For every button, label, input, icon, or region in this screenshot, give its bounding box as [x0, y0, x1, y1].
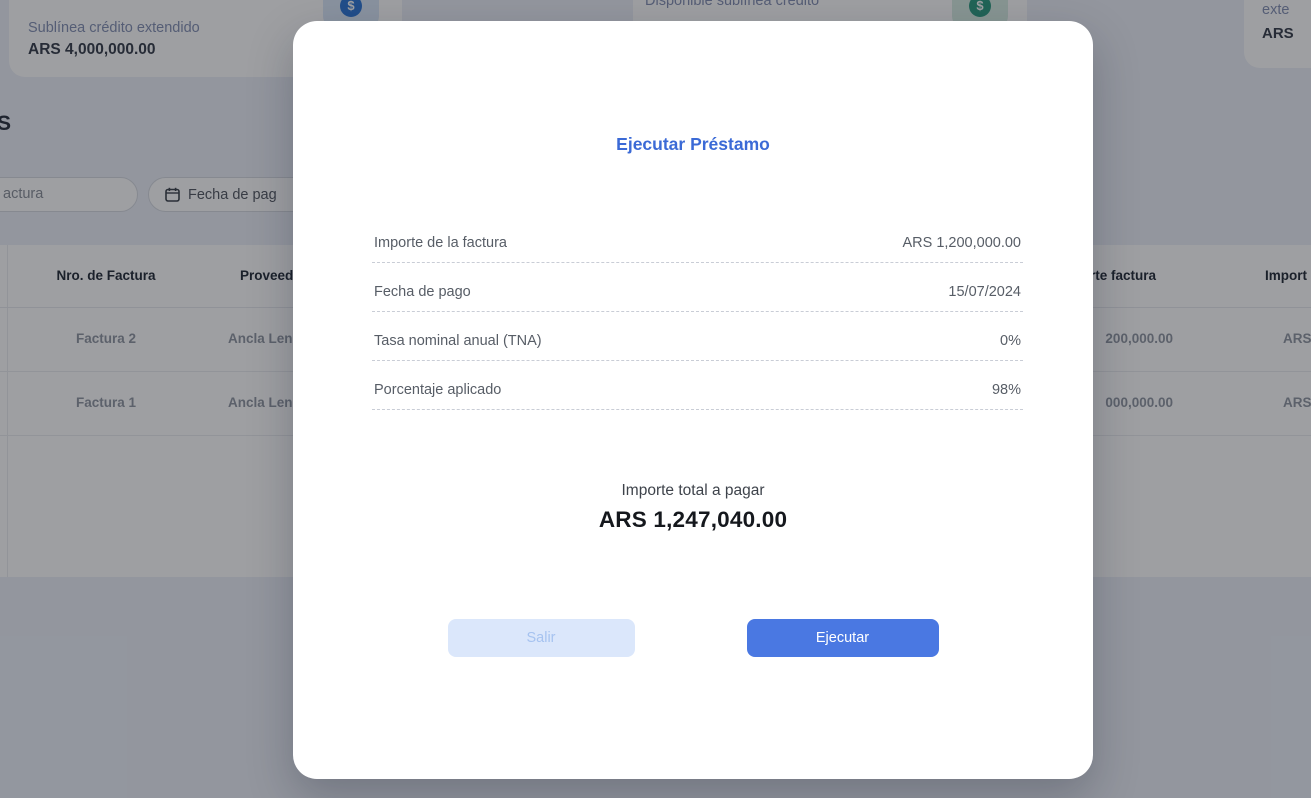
- detail-row-applied-percentage: Porcentaje aplicado 98%: [372, 361, 1023, 410]
- detail-row-payment-date: Fecha de pago 15/07/2024: [372, 263, 1023, 312]
- execute-button[interactable]: Ejecutar: [747, 619, 939, 657]
- total-to-pay-label: Importe total a pagar: [293, 482, 1093, 500]
- detail-value: 98%: [992, 382, 1021, 398]
- dialog-actions: Salir Ejecutar: [293, 619, 1093, 657]
- detail-value: 0%: [1000, 333, 1021, 349]
- detail-row-nominal-rate: Tasa nominal anual (TNA) 0%: [372, 312, 1023, 361]
- loan-execution-screen: Sublínea crédito extendido ARS 4,000,000…: [0, 0, 1311, 798]
- detail-label: Importe de la factura: [374, 235, 507, 251]
- exit-button[interactable]: Salir: [448, 619, 635, 657]
- detail-label: Fecha de pago: [374, 284, 471, 300]
- total-to-pay-value: ARS 1,247,040.00: [293, 507, 1093, 533]
- detail-label: Tasa nominal anual (TNA): [374, 333, 542, 349]
- detail-row-invoice-amount: Importe de la factura ARS 1,200,000.00: [372, 235, 1023, 263]
- execute-loan-dialog: Ejecutar Préstamo Importe de la factura …: [293, 21, 1093, 779]
- detail-value: 15/07/2024: [948, 284, 1021, 300]
- detail-label: Porcentaje aplicado: [374, 382, 501, 398]
- loan-details-list: Importe de la factura ARS 1,200,000.00 F…: [372, 235, 1023, 410]
- detail-value: ARS 1,200,000.00: [902, 235, 1021, 251]
- dialog-title: Ejecutar Préstamo: [293, 134, 1093, 155]
